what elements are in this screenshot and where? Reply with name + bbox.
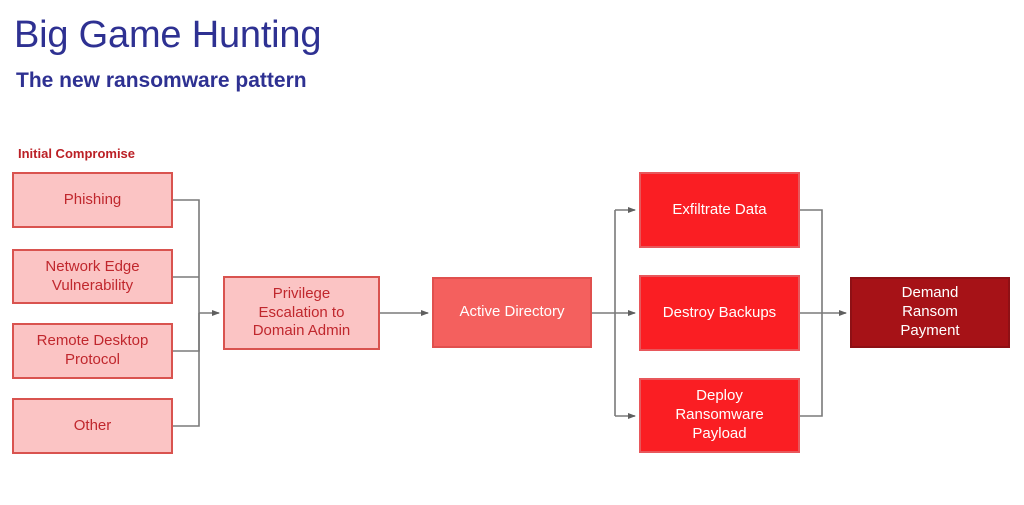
page-subtitle: The new ransomware pattern	[16, 69, 307, 92]
diagram-canvas: Big Game Hunting The new ransomware patt…	[0, 0, 1024, 505]
node-other-label: Other	[73, 416, 112, 434]
node-privilege-escalation-label: Privilege Escalation to Domain Admin	[252, 284, 351, 340]
node-privilege-escalation[interactable]: Privilege Escalation to Domain Admin	[223, 276, 380, 350]
node-exfiltrate-data-label: Exfiltrate Data	[672, 200, 767, 218]
page-title: Big Game Hunting	[14, 14, 322, 56]
node-other[interactable]: Other	[12, 398, 173, 454]
wire-exfiltrate-to-bus	[800, 209, 823, 313]
node-active-directory-label: Active Directory	[459, 303, 565, 321]
wire-deploy-to-bus	[800, 313, 823, 417]
node-demand-ransom-payment-label: Demand Ransom Payment	[900, 284, 960, 339]
wire-rdp-to-bus	[173, 313, 200, 352]
node-remote-desktop-protocol[interactable]: Remote Desktop Protocol	[12, 323, 173, 379]
wire-other-to-bus	[173, 313, 200, 427]
node-network-edge-vulnerability[interactable]: Network Edge Vulnerability	[12, 249, 173, 304]
group-label-initial-compromise: Initial Compromise	[18, 146, 136, 161]
wire-phishing-to-bus	[173, 199, 200, 313]
node-active-directory[interactable]: Active Directory	[432, 277, 592, 348]
node-destroy-backups-label: Destroy Backups	[662, 303, 777, 321]
node-deploy-ransomware-payload[interactable]: Deploy Ransomware Payload	[639, 378, 800, 453]
node-phishing-label: Phishing	[63, 190, 122, 208]
node-remote-desktop-protocol-label: Remote Desktop Protocol	[36, 332, 149, 368]
node-exfiltrate-data[interactable]: Exfiltrate Data	[639, 172, 800, 248]
node-deploy-ransomware-payload-label: Deploy Ransomware Payload	[675, 387, 764, 442]
node-destroy-backups[interactable]: Destroy Backups	[639, 275, 800, 351]
node-demand-ransom-payment[interactable]: Demand Ransom Payment	[850, 277, 1010, 348]
node-phishing[interactable]: Phishing	[12, 172, 173, 228]
node-network-edge-vulnerability-label: Network Edge Vulnerability	[45, 257, 140, 294]
